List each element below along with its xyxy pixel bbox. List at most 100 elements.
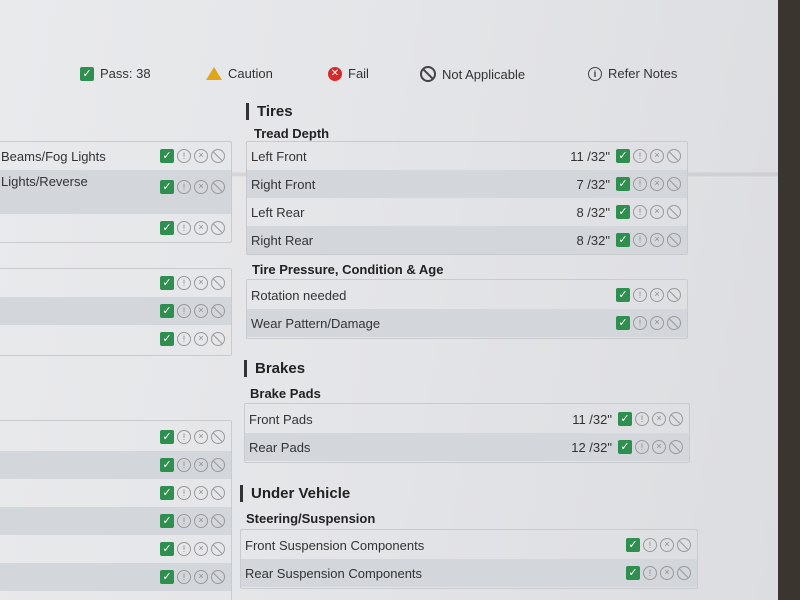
caution-icon[interactable]: !	[635, 440, 649, 454]
caution-icon[interactable]: !	[177, 570, 191, 584]
not-applicable-icon[interactable]	[667, 149, 681, 163]
caution-icon[interactable]: !	[643, 566, 657, 580]
not-applicable-icon[interactable]	[211, 486, 225, 500]
check-icon[interactable]: ✓	[618, 440, 632, 454]
not-applicable-icon[interactable]	[669, 412, 683, 426]
fail-icon[interactable]: ×	[194, 304, 208, 318]
not-applicable-icon[interactable]	[677, 566, 691, 580]
fail-icon[interactable]: ×	[650, 233, 664, 247]
fail-icon[interactable]: ×	[194, 542, 208, 556]
caution-icon[interactable]: !	[177, 332, 191, 346]
fail-icon[interactable]: ×	[194, 149, 208, 163]
check-icon[interactable]: ✓	[616, 233, 630, 247]
check-icon[interactable]: ✓	[616, 177, 630, 191]
caution-icon[interactable]: !	[177, 149, 191, 163]
check-icon[interactable]: ✓	[626, 538, 640, 552]
row-value: 11 /32"	[572, 411, 612, 427]
not-applicable-icon[interactable]	[667, 233, 681, 247]
list-item: ✓ ! ×	[0, 563, 231, 591]
not-applicable-icon[interactable]	[211, 221, 225, 235]
not-applicable-icon[interactable]	[211, 458, 225, 472]
not-applicable-icon[interactable]	[667, 177, 681, 191]
caution-icon[interactable]: !	[177, 514, 191, 528]
legend-fail-label: Fail	[348, 66, 369, 81]
check-icon[interactable]: ✓	[160, 276, 174, 290]
legend-pass: ✓ Pass: 38	[80, 66, 151, 81]
check-icon[interactable]: ✓	[160, 570, 174, 584]
table-row: Rear Suspension Components ✓ ! ×	[241, 559, 697, 587]
not-applicable-icon[interactable]	[211, 276, 225, 290]
status-icons: ✓ ! ×	[160, 486, 225, 500]
not-applicable-icon[interactable]	[211, 430, 225, 444]
row-label: Lights/Reverse	[1, 174, 88, 189]
not-applicable-icon[interactable]	[211, 304, 225, 318]
fail-icon[interactable]: ×	[194, 570, 208, 584]
fail-icon[interactable]: ×	[650, 149, 664, 163]
caution-icon[interactable]: !	[635, 412, 649, 426]
check-icon[interactable]: ✓	[160, 542, 174, 556]
caution-icon[interactable]: !	[643, 538, 657, 552]
row-label: Beams/Fog Lights	[1, 148, 106, 164]
caution-icon[interactable]: !	[177, 304, 191, 318]
fail-icon[interactable]: ×	[652, 440, 666, 454]
fail-icon[interactable]: ×	[194, 180, 208, 194]
check-icon[interactable]: ✓	[160, 180, 174, 194]
fail-icon[interactable]: ×	[194, 221, 208, 235]
caution-icon[interactable]: !	[633, 316, 647, 330]
check-icon[interactable]: ✓	[616, 149, 630, 163]
fail-icon[interactable]: ×	[652, 412, 666, 426]
not-applicable-icon[interactable]	[667, 316, 681, 330]
status-icons: ✓ ! ×	[616, 177, 681, 191]
check-icon[interactable]: ✓	[626, 566, 640, 580]
fail-icon[interactable]: ×	[650, 177, 664, 191]
check-icon[interactable]: ✓	[160, 332, 174, 346]
fail-icon[interactable]: ×	[650, 288, 664, 302]
caution-icon[interactable]: !	[633, 288, 647, 302]
check-icon[interactable]: ✓	[160, 514, 174, 528]
not-applicable-icon[interactable]	[667, 288, 681, 302]
caution-icon[interactable]: !	[177, 542, 191, 556]
fail-icon[interactable]: ×	[194, 332, 208, 346]
fail-icon[interactable]: ×	[194, 458, 208, 472]
fail-icon[interactable]: ×	[194, 514, 208, 528]
fail-icon[interactable]: ×	[194, 430, 208, 444]
check-icon[interactable]: ✓	[160, 149, 174, 163]
caution-icon[interactable]: !	[177, 180, 191, 194]
subsection-title-tire-pressure: Tire Pressure, Condition & Age	[252, 262, 444, 277]
not-applicable-icon[interactable]	[211, 180, 225, 194]
check-icon[interactable]: ✓	[160, 458, 174, 472]
not-applicable-icon[interactable]	[211, 542, 225, 556]
not-applicable-icon[interactable]	[677, 538, 691, 552]
caution-icon[interactable]: !	[177, 276, 191, 290]
fail-icon[interactable]: ×	[660, 538, 674, 552]
not-applicable-icon[interactable]	[211, 332, 225, 346]
caution-icon[interactable]: !	[633, 205, 647, 219]
fail-icon[interactable]: ×	[660, 566, 674, 580]
check-icon[interactable]: ✓	[160, 430, 174, 444]
caution-icon[interactable]: !	[177, 430, 191, 444]
check-icon[interactable]: ✓	[616, 205, 630, 219]
caution-icon[interactable]: !	[177, 458, 191, 472]
check-icon[interactable]: ✓	[616, 316, 630, 330]
not-applicable-icon[interactable]	[211, 149, 225, 163]
not-applicable-icon[interactable]	[669, 440, 683, 454]
not-applicable-icon[interactable]	[211, 570, 225, 584]
fail-icon[interactable]: ×	[650, 316, 664, 330]
caution-icon[interactable]: !	[177, 486, 191, 500]
check-icon[interactable]: ✓	[160, 486, 174, 500]
check-icon[interactable]: ✓	[616, 288, 630, 302]
check-icon[interactable]: ✓	[618, 412, 632, 426]
caution-icon[interactable]: !	[633, 149, 647, 163]
caution-icon[interactable]: !	[177, 221, 191, 235]
not-applicable-icon[interactable]	[667, 205, 681, 219]
caution-icon[interactable]: !	[633, 233, 647, 247]
status-icons: ✓ ! ×	[618, 440, 683, 454]
fail-icon[interactable]: ×	[194, 486, 208, 500]
not-applicable-icon[interactable]	[211, 514, 225, 528]
section-title-brakes: Brakes	[244, 360, 305, 377]
check-icon[interactable]: ✓	[160, 221, 174, 235]
fail-icon[interactable]: ×	[650, 205, 664, 219]
fail-icon[interactable]: ×	[194, 276, 208, 290]
check-icon[interactable]: ✓	[160, 304, 174, 318]
caution-icon[interactable]: !	[633, 177, 647, 191]
